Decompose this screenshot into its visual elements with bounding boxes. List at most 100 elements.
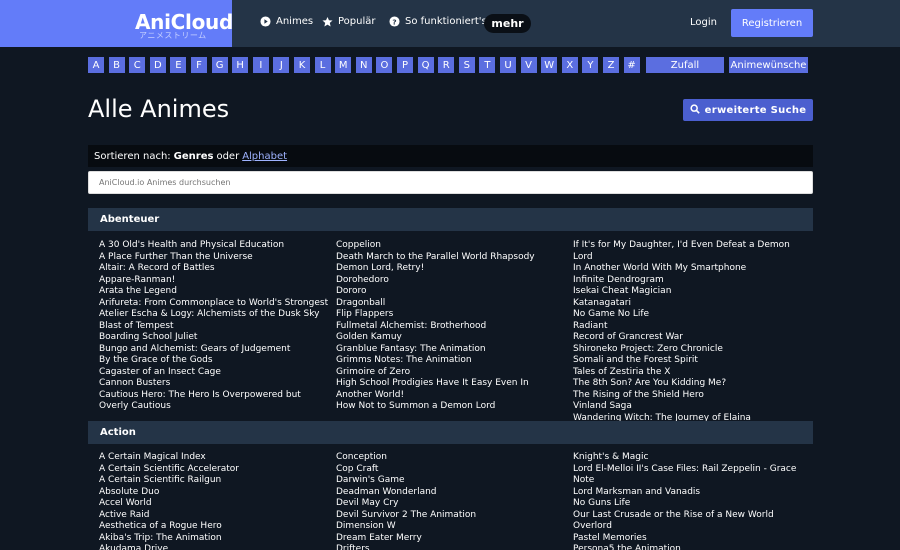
anime-link[interactable]: Appare-Ranman!: [99, 275, 329, 287]
anime-link[interactable]: Grimoire of Zero: [336, 367, 558, 379]
anime-link[interactable]: A Certain Magical Index: [99, 452, 329, 464]
anime-link[interactable]: Bungo and Alchemist: Gears of Judgement: [99, 344, 329, 356]
anime-link[interactable]: Absolute Duo: [99, 487, 329, 499]
anime-wishes-button[interactable]: Animewünsche: [729, 57, 808, 73]
letter-link[interactable]: B: [108, 57, 125, 73]
letter-link[interactable]: L: [314, 57, 331, 73]
random-button[interactable]: Zufall: [646, 57, 724, 73]
anime-link[interactable]: Flip Flappers: [336, 309, 558, 321]
anime-link[interactable]: Death March to the Parallel World Rhapso…: [336, 252, 558, 264]
anime-link[interactable]: No Guns Life: [573, 498, 808, 510]
anime-link[interactable]: High School Prodigies Have It Easy Even …: [336, 378, 558, 401]
anime-link[interactable]: Vinland Saga: [573, 401, 808, 413]
anime-link[interactable]: Knight's & Magic: [573, 452, 808, 464]
anime-link[interactable]: Dragonball: [336, 298, 558, 310]
anime-link[interactable]: The Rising of the Shield Hero: [573, 390, 808, 402]
letter-link[interactable]: K: [294, 57, 310, 73]
letter-link[interactable]: J: [273, 57, 290, 73]
letter-link[interactable]: E: [170, 57, 187, 73]
anime-link[interactable]: Record of Grancrest War: [573, 332, 808, 344]
anime-link[interactable]: Altair: A Record of Battles: [99, 263, 329, 275]
anime-link[interactable]: Darwin's Game: [336, 475, 558, 487]
anime-link[interactable]: A Certain Scientific Accelerator: [99, 464, 329, 476]
anime-link[interactable]: Active Raid: [99, 510, 329, 522]
letter-link[interactable]: D: [149, 57, 166, 73]
letter-link[interactable]: Z: [603, 57, 619, 73]
anime-link[interactable]: Dororo: [336, 286, 558, 298]
anime-link[interactable]: Our Last Crusade or the Rise of a New Wo…: [573, 510, 808, 522]
anime-link[interactable]: Arata the Legend: [99, 286, 329, 298]
letter-link[interactable]: M: [335, 57, 352, 73]
letter-link[interactable]: S: [458, 57, 475, 73]
anime-link[interactable]: Lord El-Melloi II's Case Files: Rail Zep…: [573, 464, 808, 487]
letter-link[interactable]: C: [129, 57, 146, 73]
anime-link[interactable]: No Game No Life: [573, 309, 808, 321]
anime-link[interactable]: By the Grace of the Gods: [99, 355, 329, 367]
register-button[interactable]: Registrieren: [731, 9, 813, 37]
anime-link[interactable]: Atelier Escha & Logy: Alchemists of the …: [99, 309, 329, 321]
login-link[interactable]: Login: [690, 17, 717, 28]
advanced-search-button[interactable]: erweiterte Suche: [683, 99, 813, 121]
anime-link[interactable]: Somali and the Forest Spirit: [573, 355, 808, 367]
letter-link[interactable]: R: [438, 57, 455, 73]
anime-link[interactable]: How Not to Summon a Demon Lord: [336, 401, 558, 413]
letter-link[interactable]: X: [561, 57, 578, 73]
letter-link[interactable]: P: [397, 57, 413, 73]
anime-link[interactable]: Persona5 the Animation: [573, 544, 808, 550]
anime-link[interactable]: Katanagatari: [573, 298, 808, 310]
anime-link[interactable]: Cannon Busters: [99, 378, 329, 390]
nav-how-it-works[interactable]: ? So funktioniert's: [389, 16, 487, 27]
anime-link[interactable]: Infinite Dendrogram: [573, 275, 808, 287]
anime-link[interactable]: Golden Kamuy: [336, 332, 558, 344]
anime-link[interactable]: Boarding School Juliet: [99, 332, 329, 344]
anime-link[interactable]: Grimms Notes: The Animation: [336, 355, 558, 367]
letter-link[interactable]: Y: [582, 57, 599, 73]
letter-link[interactable]: T: [479, 57, 496, 73]
letter-link[interactable]: O: [376, 57, 393, 73]
anime-link[interactable]: Deadman Wonderland: [336, 487, 558, 499]
anime-link[interactable]: Overlord: [573, 521, 808, 533]
logo-area[interactable]: AniCloud アニメストリーム: [0, 0, 233, 47]
anime-link[interactable]: Devil Survivor 2 The Animation: [336, 510, 558, 522]
anime-link[interactable]: A 30 Old's Health and Physical Education: [99, 240, 329, 252]
letter-link[interactable]: Q: [417, 57, 434, 73]
anime-link[interactable]: Lord Marksman and Vanadis: [573, 487, 808, 499]
anime-link[interactable]: The 8th Son? Are You Kidding Me?: [573, 378, 808, 390]
letter-link[interactable]: H: [232, 57, 249, 73]
letter-link[interactable]: G: [211, 57, 228, 73]
anime-link[interactable]: Tales of Zestiria the X: [573, 367, 808, 379]
anime-link[interactable]: Accel World: [99, 498, 329, 510]
anime-link[interactable]: Arifureta: From Commonplace to World's S…: [99, 298, 329, 310]
letter-link[interactable]: W: [541, 57, 558, 73]
nav-animes[interactable]: Animes: [260, 16, 313, 27]
sort-alphabet-link[interactable]: Alphabet: [242, 151, 287, 162]
anime-link[interactable]: Devil May Cry: [336, 498, 558, 510]
nav-popular[interactable]: Populär: [322, 16, 376, 27]
sort-genres[interactable]: Genres: [174, 151, 214, 162]
anime-link[interactable]: Conception: [336, 452, 558, 464]
anime-link[interactable]: Dorohedoro: [336, 275, 558, 287]
anime-link[interactable]: Granblue Fantasy: The Animation: [336, 344, 558, 356]
letter-link[interactable]: N: [355, 57, 372, 73]
anime-link[interactable]: Dream Eater Merry: [336, 533, 558, 545]
anime-link[interactable]: Cagaster of an Insect Cage: [99, 367, 329, 379]
anime-link[interactable]: Fullmetal Alchemist: Brotherhood: [336, 321, 558, 333]
anime-link[interactable]: A Certain Scientific Railgun: [99, 475, 329, 487]
anime-link[interactable]: Coppelion: [336, 240, 558, 252]
anime-link[interactable]: Pastel Memories: [573, 533, 808, 545]
anime-link[interactable]: Dimension W: [336, 521, 558, 533]
anime-link[interactable]: Shironeko Project: Zero Chronicle: [573, 344, 808, 356]
anime-link[interactable]: In Another World With My Smartphone: [573, 263, 808, 275]
letter-link[interactable]: F: [191, 57, 207, 73]
anime-link[interactable]: A Place Further Than the Universe: [99, 252, 329, 264]
anime-link[interactable]: Radiant: [573, 321, 808, 333]
letter-link[interactable]: A: [88, 57, 104, 73]
anime-link[interactable]: Isekai Cheat Magician: [573, 286, 808, 298]
search-input[interactable]: [88, 171, 813, 194]
anime-link[interactable]: Drifters: [336, 544, 558, 550]
anime-link[interactable]: If It's for My Daughter, I'd Even Defeat…: [573, 240, 808, 263]
more-button[interactable]: mehr: [484, 14, 531, 33]
anime-link[interactable]: Cop Craft: [336, 464, 558, 476]
anime-link[interactable]: Aesthetica of a Rogue Hero: [99, 521, 329, 533]
anime-link[interactable]: Akiba's Trip: The Animation: [99, 533, 329, 545]
